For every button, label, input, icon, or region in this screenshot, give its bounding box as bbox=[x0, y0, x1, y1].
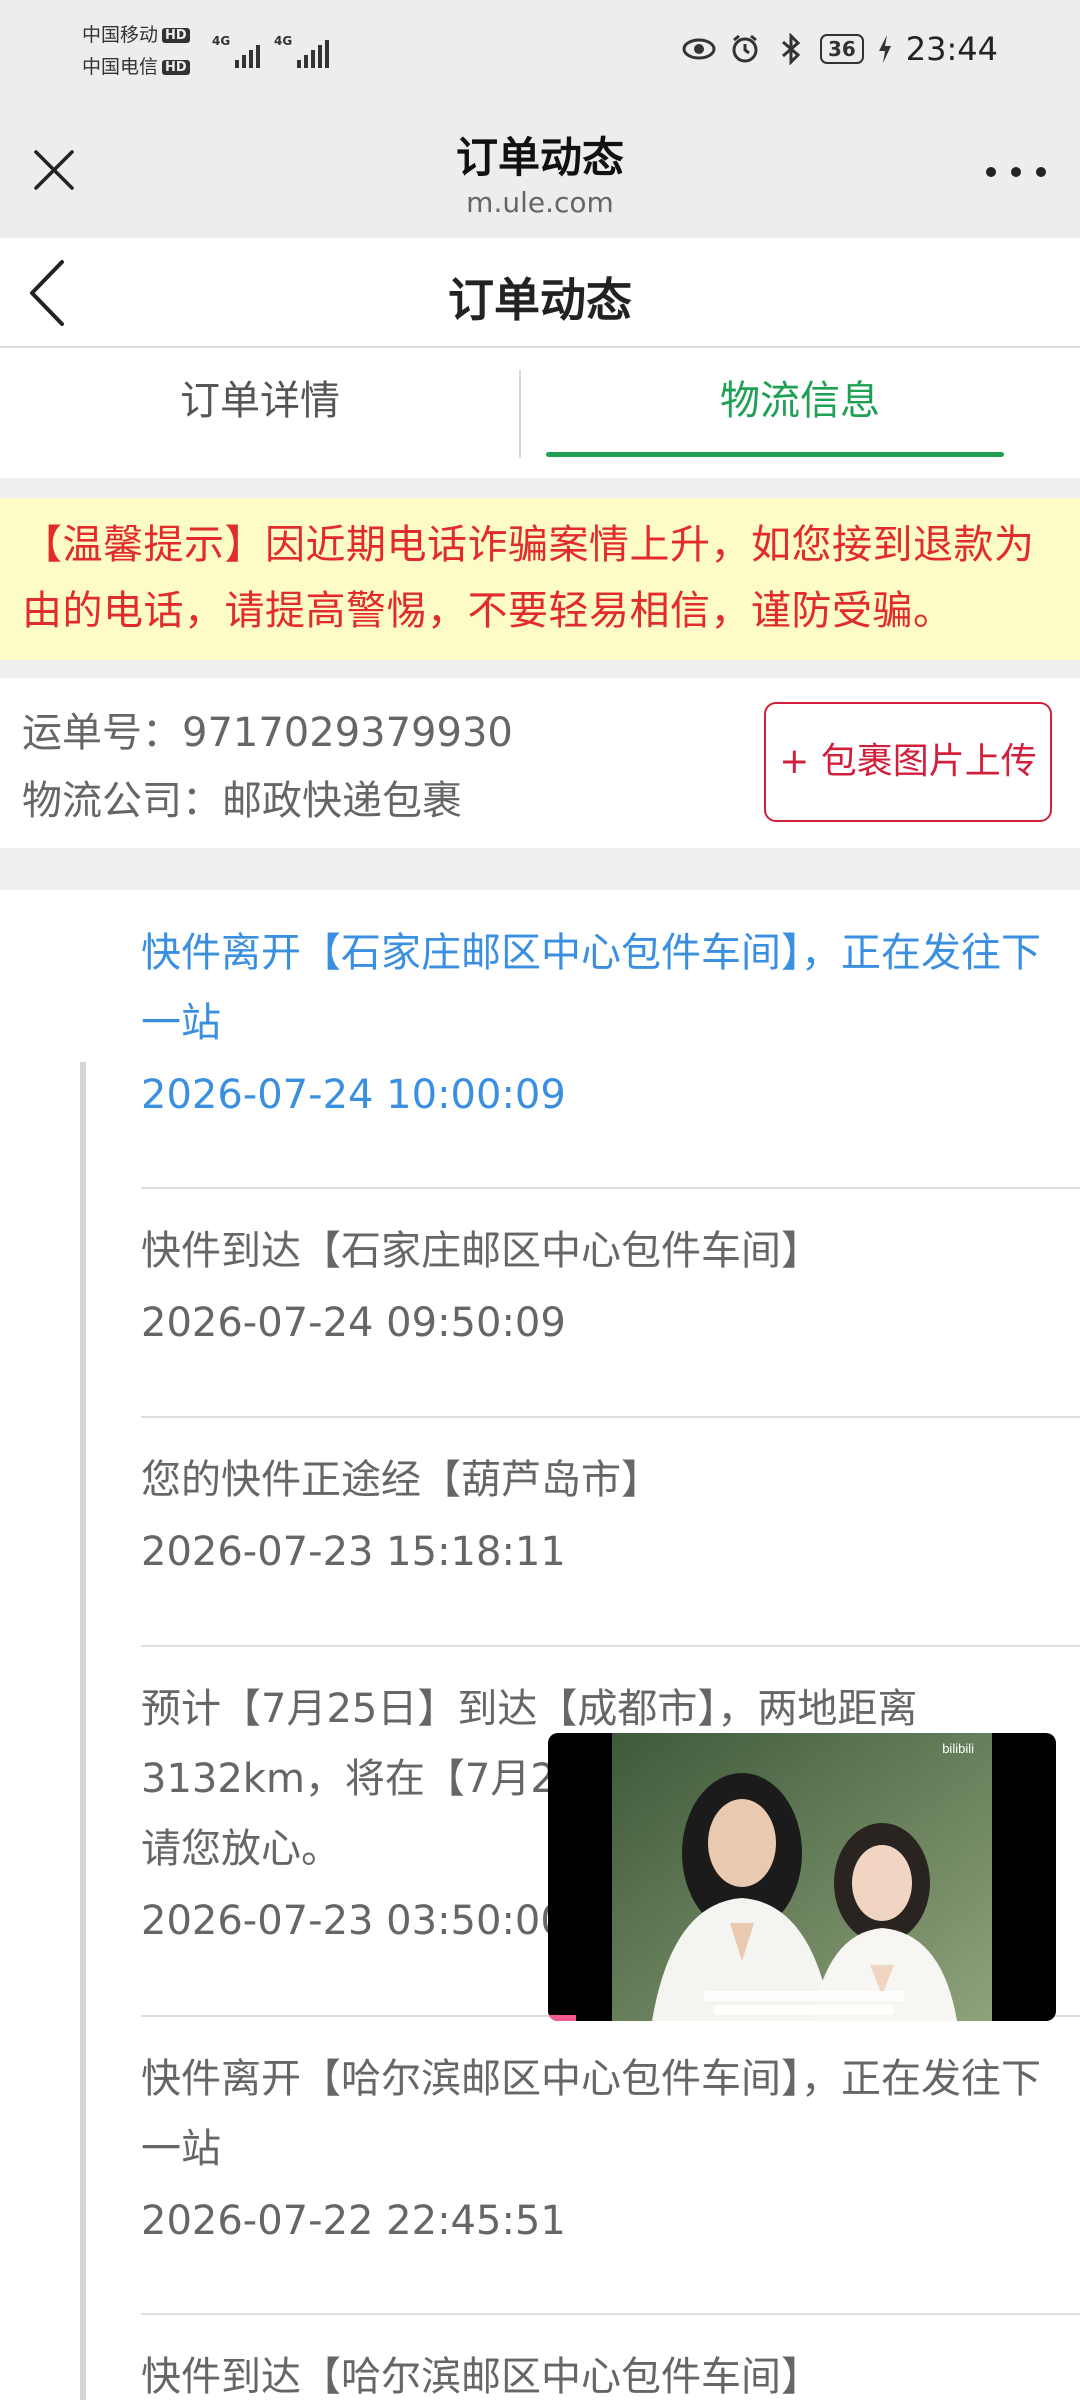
timeline-line bbox=[80, 1062, 86, 2400]
timeline-item: 快件到达【石家庄邮区中心包件车间】 2026-07-24 09:50:09 bbox=[141, 1216, 1080, 1346]
timeline-item: 您的快件正途经【葫芦岛市】 2026-07-23 15:18:11 bbox=[141, 1445, 1080, 1575]
timeline-desc: 您的快件正途经【葫芦岛市】 bbox=[141, 1457, 661, 1503]
video-watermark: bilibili bbox=[942, 1741, 974, 1756]
timeline-divider bbox=[141, 1187, 1080, 1189]
tab-order-detail[interactable]: 订单详情 bbox=[0, 348, 520, 478]
tab-logistics-info[interactable]: 物流信息 bbox=[540, 348, 1060, 478]
page-title: 订单动态 bbox=[448, 273, 632, 327]
carrier-1: 中国移动 HD bbox=[82, 26, 190, 45]
section-gap bbox=[0, 848, 1080, 890]
alarm-icon bbox=[728, 32, 762, 66]
eye-icon bbox=[682, 32, 716, 66]
floating-video-player[interactable]: bilibili bbox=[548, 1733, 1056, 2021]
more-icon bbox=[986, 167, 996, 177]
battery-level: 36 bbox=[827, 37, 856, 61]
tab-divider bbox=[519, 370, 521, 458]
browser-domain: m.ule.com bbox=[466, 186, 614, 219]
carrier-2-label: 中国电信 bbox=[82, 56, 159, 78]
timeline-desc: 快件到达【石家庄邮区中心包件车间】 bbox=[141, 1228, 821, 1274]
clock: 23:44 bbox=[905, 30, 998, 68]
battery-icon: 36 bbox=[819, 34, 864, 64]
video-progress-bar bbox=[548, 2015, 576, 2021]
timeline-item: 快件离开【石家庄邮区中心包件车间】，正在发往下一站 2026-07-24 10:… bbox=[141, 918, 1080, 1118]
carrier-2: 中国电信 HD bbox=[82, 58, 190, 77]
signal-icon: 4G bbox=[212, 34, 261, 68]
page-nav: 订单动态 bbox=[0, 238, 1080, 348]
section-gap bbox=[0, 478, 1080, 498]
timeline-item: 快件离开【哈尔滨邮区中心包件车间】，正在发往下一站 2026-07-22 22:… bbox=[141, 2044, 1080, 2244]
timeline-time: 2026-07-24 10:00:09 bbox=[141, 1072, 566, 1118]
timeline-divider bbox=[141, 1416, 1080, 1418]
logistics-timeline: 快件离开【石家庄邮区中心包件车间】，正在发往下一站 2026-07-24 10:… bbox=[0, 890, 1080, 2400]
bluetooth-icon bbox=[774, 32, 808, 66]
warm-tip-notice: 【温馨提示】因近期电话诈骗案情上升，如您接到退款为由的电话，请提高警惕，不要轻易… bbox=[0, 498, 1080, 660]
status-right: 36 23:44 bbox=[682, 30, 998, 68]
waybill-number-value: 9717029379930 bbox=[182, 710, 513, 756]
waybill-number: 运单号：9717029379930 bbox=[22, 700, 513, 758]
timeline-time: 2026-07-22 22:45:51 bbox=[141, 2198, 566, 2244]
timeline-desc: 快件到达【哈尔滨邮区中心包件车间】 bbox=[141, 2354, 821, 2400]
timeline-desc: 快件离开【哈尔滨邮区中心包件车间】，正在发往下一站 bbox=[141, 2056, 1041, 2172]
waybill-info: 运单号：9717029379930 物流公司：邮政快递包裹 + 包裹图片上传 bbox=[0, 678, 1080, 848]
upload-package-photo-button[interactable]: + 包裹图片上传 bbox=[764, 702, 1052, 822]
section-gap bbox=[0, 660, 1080, 678]
tab-bar: 订单详情 物流信息 bbox=[0, 348, 1080, 478]
timeline-divider bbox=[141, 2313, 1080, 2315]
timeline-item: 快件到达【哈尔滨邮区中心包件车间】 bbox=[141, 2342, 1080, 2400]
logistics-company-label: 物流公司： bbox=[22, 778, 222, 824]
logistics-company: 物流公司：邮政快递包裹 bbox=[22, 768, 462, 826]
more-options-button[interactable] bbox=[986, 160, 1046, 184]
video-frame: bilibili bbox=[612, 1733, 992, 2021]
network-type: 4G bbox=[212, 34, 231, 48]
timeline-desc-end: 请您放心。 bbox=[141, 1826, 341, 1872]
timeline-desc: 快件离开【石家庄邮区中心包件车间】，正在发往下一站 bbox=[141, 930, 1041, 1046]
waybill-number-label: 运单号： bbox=[22, 710, 182, 756]
network-type: 4G bbox=[274, 34, 293, 48]
browser-header: 订单动态 m.ule.com bbox=[0, 110, 1080, 238]
carrier-1-label: 中国移动 bbox=[82, 24, 159, 46]
status-bar: 中国移动 HD 中国电信 HD 4G 4G 36 23:44 bbox=[0, 0, 1080, 110]
charging-icon bbox=[876, 32, 894, 66]
hd-badge: HD bbox=[162, 60, 190, 75]
timeline-time: 2026-07-24 09:50:09 bbox=[141, 1300, 566, 1346]
hd-badge: HD bbox=[162, 28, 190, 43]
timeline-time: 2026-07-23 15:18:11 bbox=[141, 1529, 566, 1575]
logistics-company-value: 邮政快递包裹 bbox=[222, 778, 462, 824]
timeline-divider bbox=[141, 1645, 1080, 1647]
active-tab-indicator bbox=[546, 452, 1004, 457]
signal-icon: 4G bbox=[274, 34, 330, 68]
browser-title: 订单动态 bbox=[455, 133, 624, 182]
